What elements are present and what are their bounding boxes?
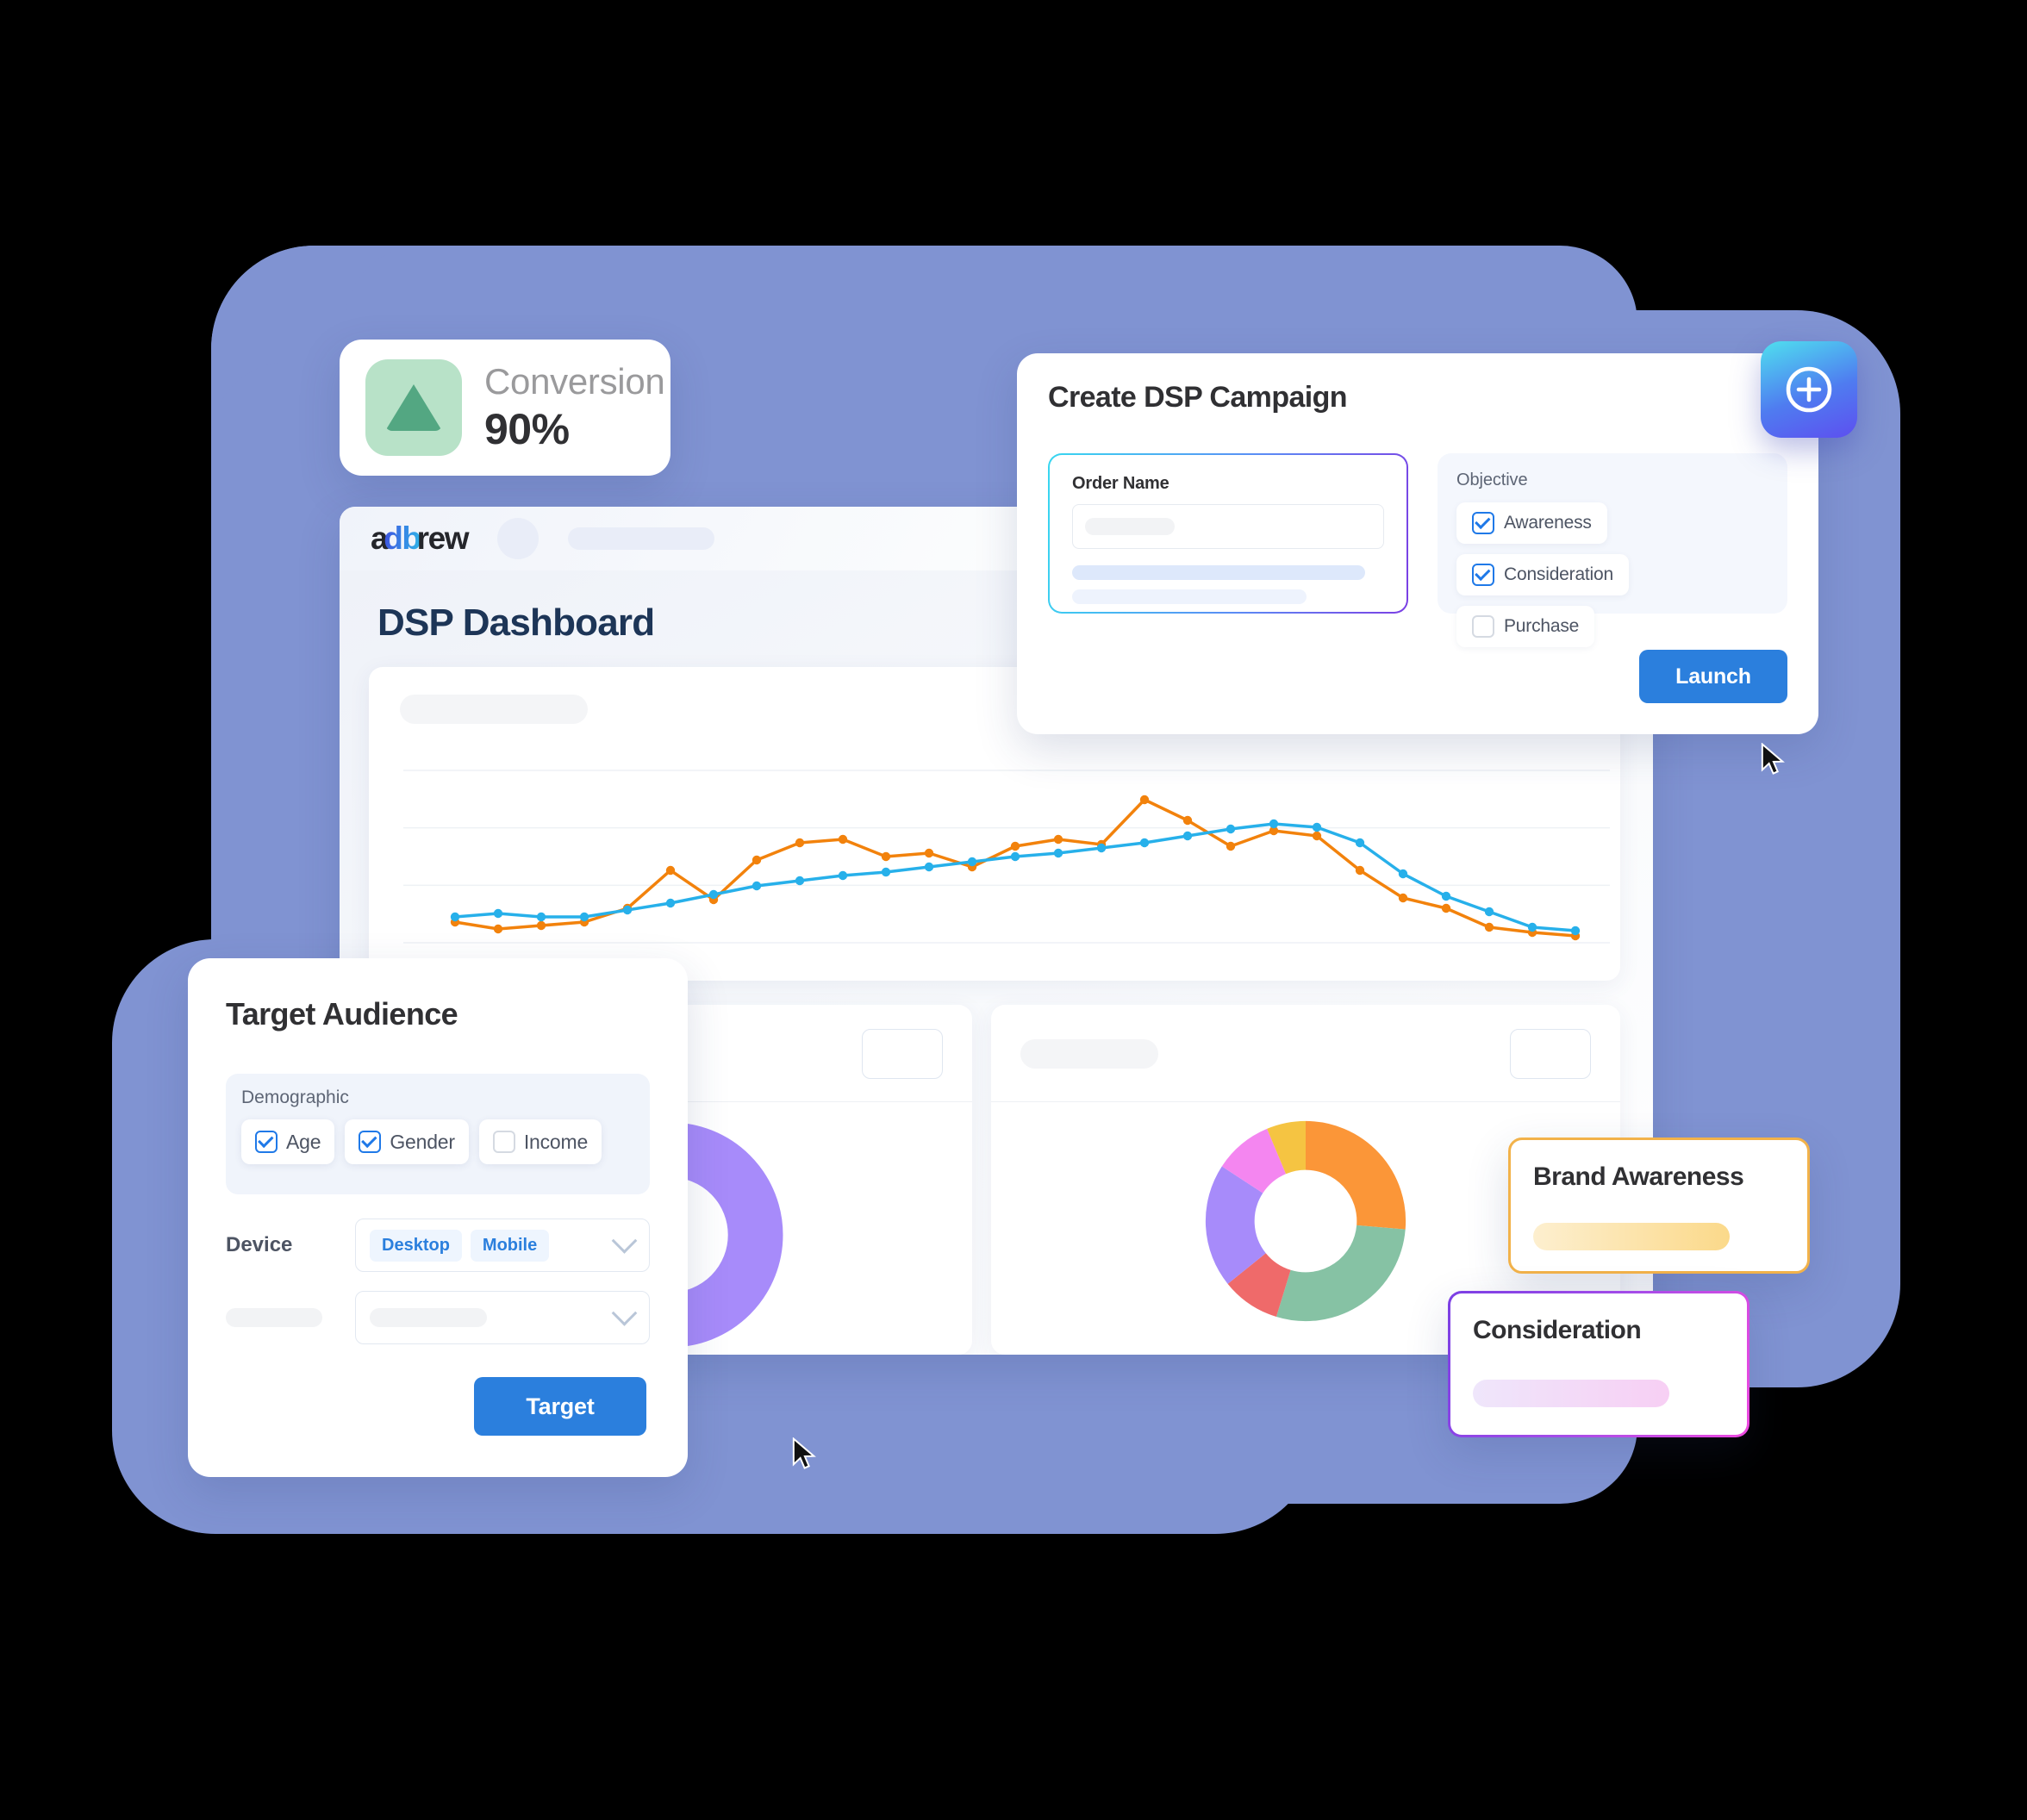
objective-group: Objective Awareness Consideration Purcha… (1438, 453, 1787, 647)
device-tag-desktop[interactable]: Desktop (370, 1229, 462, 1262)
toolbar-placeholder (568, 527, 715, 550)
form-placeholder-line (1072, 565, 1365, 580)
device-label: Device (226, 1233, 293, 1256)
mouse-cursor (792, 1437, 816, 1469)
panel-selector[interactable] (1510, 1029, 1591, 1079)
objective-label-text: Awareness (1504, 513, 1592, 533)
order-name-card: Order Name (1048, 453, 1408, 614)
add-campaign-fab[interactable] (1761, 341, 1857, 438)
secondary-select[interactable] (355, 1291, 650, 1344)
demographic-label: Demographic (241, 1088, 349, 1107)
demographic-label-text: Income (523, 1130, 589, 1153)
objective-option-awareness[interactable]: Awareness (1456, 502, 1607, 544)
demographic-option-gender[interactable]: Gender (345, 1119, 469, 1164)
objective-label: Objective (1456, 471, 1528, 489)
consideration-progress (1473, 1380, 1669, 1407)
chevron-down-icon[interactable] (611, 1300, 638, 1326)
panel-title-placeholder (1020, 1039, 1158, 1069)
checkbox-checked-icon[interactable] (1472, 564, 1494, 586)
target-button[interactable]: Target (474, 1377, 646, 1436)
audience-title: Target Audience (226, 996, 458, 1032)
demographic-label-text: Gender (390, 1130, 455, 1153)
form-placeholder-line (1072, 589, 1307, 604)
conversion-value: 90% (484, 404, 570, 453)
mouse-cursor (1761, 743, 1785, 775)
panel-header (991, 1005, 1620, 1102)
chevron-down-icon[interactable] (611, 1227, 638, 1254)
checkbox-checked-icon[interactable] (255, 1131, 278, 1153)
target-audience-panel: Target Audience Demographic Age Gender I… (188, 958, 816, 1477)
conversion-kpi-card: Conversion 90% (340, 340, 670, 476)
secondary-filter-row (226, 1291, 650, 1344)
checkbox-unchecked-icon[interactable] (1472, 615, 1494, 638)
triangle-up-icon (365, 359, 462, 456)
create-dsp-campaign-panel: Create DSP Campaign Order Name Objective… (1017, 353, 1818, 775)
demographic-option-age[interactable]: Age (241, 1119, 335, 1164)
checkbox-checked-icon[interactable] (359, 1131, 382, 1153)
logo-part-db: db (384, 520, 421, 556)
brand-awareness-progress (1533, 1223, 1730, 1250)
launch-button[interactable]: Launch (1639, 650, 1787, 703)
brand-awareness-card: Brand Awareness (1508, 1138, 1810, 1274)
objective-option-consideration[interactable]: Consideration (1456, 554, 1629, 595)
device-tag-mobile[interactable]: Mobile (470, 1229, 550, 1262)
plus-circle-icon (1786, 366, 1832, 413)
demographic-group: Demographic Age Gender Income (226, 1074, 650, 1194)
avatar[interactable] (497, 518, 539, 559)
device-select[interactable]: Desktop Mobile (355, 1219, 650, 1272)
objective-label-text: Consideration (1504, 564, 1613, 584)
order-name-input[interactable] (1072, 504, 1384, 549)
objective-option-purchase[interactable]: Purchase (1456, 606, 1595, 647)
demographic-label-text: Age (286, 1130, 321, 1153)
campaign-title: Create DSP Campaign (1048, 381, 1348, 414)
checkbox-unchecked-icon[interactable] (492, 1131, 515, 1153)
select-value-placeholder (370, 1308, 487, 1327)
adbrew-logo: a db rew (371, 520, 470, 557)
conversion-label: Conversion (484, 361, 665, 402)
brand-awareness-title: Brand Awareness (1533, 1162, 1744, 1191)
checkbox-checked-icon[interactable] (1472, 512, 1494, 534)
order-name-label: Order Name (1072, 474, 1169, 493)
donut-chart-right (1194, 1110, 1417, 1337)
demographic-option-income[interactable]: Income (478, 1119, 602, 1164)
filter-label-placeholder (226, 1308, 322, 1327)
consideration-card: Consideration (1448, 1291, 1749, 1437)
logo-part-rew: rew (416, 520, 470, 556)
consideration-title: Consideration (1473, 1316, 1642, 1344)
device-row: Device Desktop Mobile (226, 1219, 650, 1272)
objective-label-text: Purchase (1504, 616, 1580, 636)
panel-selector[interactable] (862, 1029, 943, 1079)
